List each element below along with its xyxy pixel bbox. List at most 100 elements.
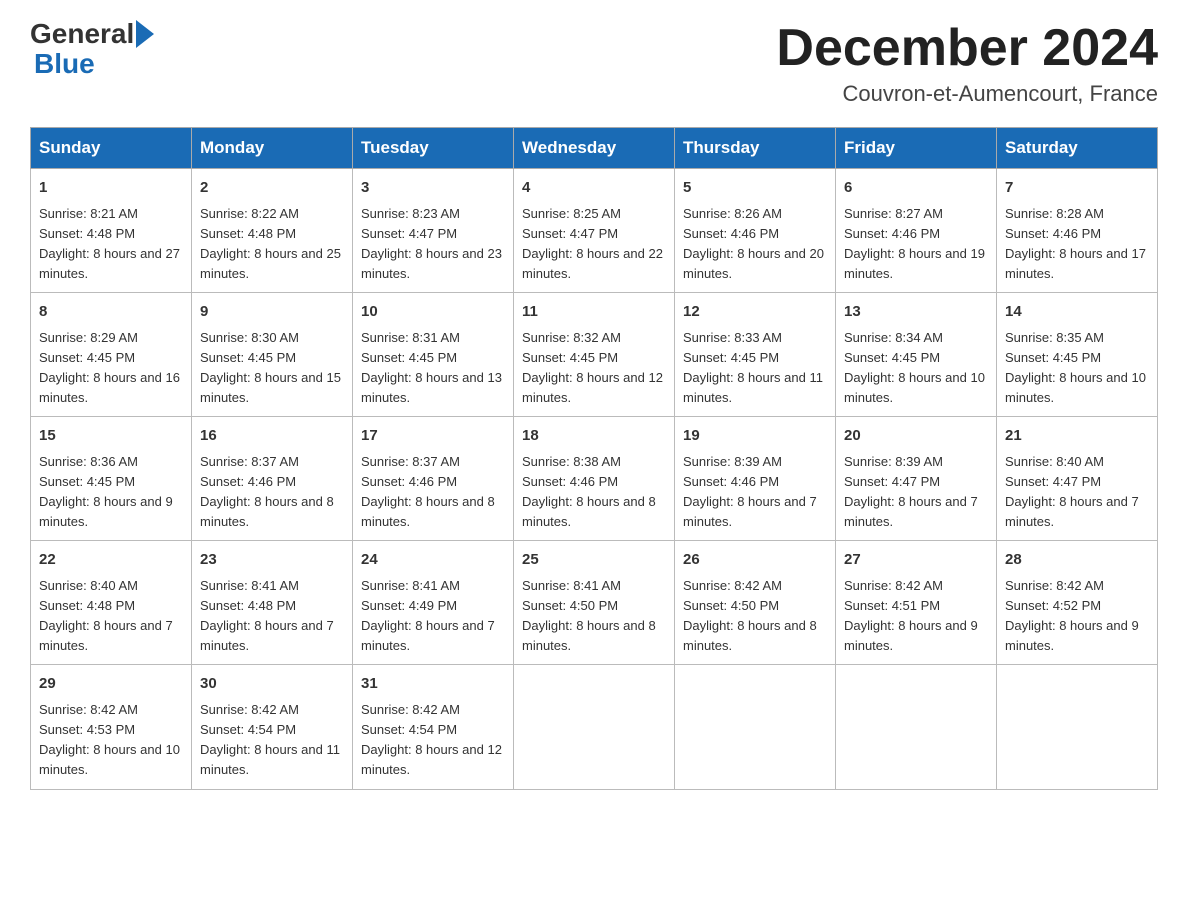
calendar-cell: 28 Sunrise: 8:42 AMSunset: 4:52 PMDaylig…: [997, 541, 1158, 665]
logo-general-text: General: [30, 20, 134, 48]
calendar-cell: 9 Sunrise: 8:30 AMSunset: 4:45 PMDayligh…: [192, 293, 353, 417]
calendar-week-row: 1 Sunrise: 8:21 AMSunset: 4:48 PMDayligh…: [31, 169, 1158, 293]
day-info: Sunrise: 8:39 AMSunset: 4:46 PMDaylight:…: [683, 454, 817, 529]
calendar-cell: 17 Sunrise: 8:37 AMSunset: 4:46 PMDaylig…: [353, 417, 514, 541]
logo-arrow-icon: [136, 20, 154, 48]
day-number: 19: [683, 425, 827, 448]
day-number: 29: [39, 673, 183, 696]
day-info: Sunrise: 8:29 AMSunset: 4:45 PMDaylight:…: [39, 330, 180, 405]
day-number: 22: [39, 549, 183, 572]
day-number: 15: [39, 425, 183, 448]
calendar-week-row: 29 Sunrise: 8:42 AMSunset: 4:53 PMDaylig…: [31, 665, 1158, 789]
calendar-cell: 13 Sunrise: 8:34 AMSunset: 4:45 PMDaylig…: [836, 293, 997, 417]
weekday-header-row: SundayMondayTuesdayWednesdayThursdayFrid…: [31, 128, 1158, 169]
weekday-header-friday: Friday: [836, 128, 997, 169]
day-number: 1: [39, 177, 183, 200]
day-number: 3: [361, 177, 505, 200]
day-info: Sunrise: 8:42 AMSunset: 4:52 PMDaylight:…: [1005, 578, 1139, 653]
day-number: 8: [39, 301, 183, 324]
weekday-header-wednesday: Wednesday: [514, 128, 675, 169]
day-number: 11: [522, 301, 666, 324]
day-info: Sunrise: 8:39 AMSunset: 4:47 PMDaylight:…: [844, 454, 978, 529]
calendar-cell: 10 Sunrise: 8:31 AMSunset: 4:45 PMDaylig…: [353, 293, 514, 417]
day-info: Sunrise: 8:36 AMSunset: 4:45 PMDaylight:…: [39, 454, 173, 529]
calendar-cell: [675, 665, 836, 789]
calendar-cell: 5 Sunrise: 8:26 AMSunset: 4:46 PMDayligh…: [675, 169, 836, 293]
calendar-week-row: 15 Sunrise: 8:36 AMSunset: 4:45 PMDaylig…: [31, 417, 1158, 541]
day-number: 12: [683, 301, 827, 324]
calendar-cell: 14 Sunrise: 8:35 AMSunset: 4:45 PMDaylig…: [997, 293, 1158, 417]
day-info: Sunrise: 8:42 AMSunset: 4:50 PMDaylight:…: [683, 578, 817, 653]
day-number: 13: [844, 301, 988, 324]
day-info: Sunrise: 8:37 AMSunset: 4:46 PMDaylight:…: [361, 454, 495, 529]
calendar-cell: 30 Sunrise: 8:42 AMSunset: 4:54 PMDaylig…: [192, 665, 353, 789]
day-info: Sunrise: 8:28 AMSunset: 4:46 PMDaylight:…: [1005, 206, 1146, 281]
calendar-cell: 31 Sunrise: 8:42 AMSunset: 4:54 PMDaylig…: [353, 665, 514, 789]
day-info: Sunrise: 8:41 AMSunset: 4:49 PMDaylight:…: [361, 578, 495, 653]
day-number: 4: [522, 177, 666, 200]
calendar-cell: [514, 665, 675, 789]
calendar-cell: 7 Sunrise: 8:28 AMSunset: 4:46 PMDayligh…: [997, 169, 1158, 293]
day-info: Sunrise: 8:30 AMSunset: 4:45 PMDaylight:…: [200, 330, 341, 405]
day-number: 6: [844, 177, 988, 200]
calendar-cell: 3 Sunrise: 8:23 AMSunset: 4:47 PMDayligh…: [353, 169, 514, 293]
day-info: Sunrise: 8:42 AMSunset: 4:51 PMDaylight:…: [844, 578, 978, 653]
calendar-week-row: 8 Sunrise: 8:29 AMSunset: 4:45 PMDayligh…: [31, 293, 1158, 417]
calendar-cell: 27 Sunrise: 8:42 AMSunset: 4:51 PMDaylig…: [836, 541, 997, 665]
calendar-cell: 16 Sunrise: 8:37 AMSunset: 4:46 PMDaylig…: [192, 417, 353, 541]
calendar-cell: 8 Sunrise: 8:29 AMSunset: 4:45 PMDayligh…: [31, 293, 192, 417]
day-number: 23: [200, 549, 344, 572]
day-number: 28: [1005, 549, 1149, 572]
day-number: 14: [1005, 301, 1149, 324]
day-number: 2: [200, 177, 344, 200]
day-info: Sunrise: 8:40 AMSunset: 4:47 PMDaylight:…: [1005, 454, 1139, 529]
day-number: 18: [522, 425, 666, 448]
day-info: Sunrise: 8:41 AMSunset: 4:50 PMDaylight:…: [522, 578, 656, 653]
calendar-cell: 4 Sunrise: 8:25 AMSunset: 4:47 PMDayligh…: [514, 169, 675, 293]
day-number: 20: [844, 425, 988, 448]
calendar-cell: 22 Sunrise: 8:40 AMSunset: 4:48 PMDaylig…: [31, 541, 192, 665]
day-number: 26: [683, 549, 827, 572]
day-info: Sunrise: 8:41 AMSunset: 4:48 PMDaylight:…: [200, 578, 334, 653]
calendar-cell: 25 Sunrise: 8:41 AMSunset: 4:50 PMDaylig…: [514, 541, 675, 665]
day-number: 30: [200, 673, 344, 696]
calendar-table: SundayMondayTuesdayWednesdayThursdayFrid…: [30, 127, 1158, 789]
logo: General Blue: [30, 20, 156, 80]
day-number: 24: [361, 549, 505, 572]
day-info: Sunrise: 8:42 AMSunset: 4:54 PMDaylight:…: [361, 702, 502, 777]
calendar-cell: 6 Sunrise: 8:27 AMSunset: 4:46 PMDayligh…: [836, 169, 997, 293]
day-number: 5: [683, 177, 827, 200]
calendar-cell: [836, 665, 997, 789]
calendar-cell: 12 Sunrise: 8:33 AMSunset: 4:45 PMDaylig…: [675, 293, 836, 417]
title-section: December 2024 Couvron-et-Aumencourt, Fra…: [776, 20, 1158, 107]
calendar-cell: 24 Sunrise: 8:41 AMSunset: 4:49 PMDaylig…: [353, 541, 514, 665]
calendar-cell: 21 Sunrise: 8:40 AMSunset: 4:47 PMDaylig…: [997, 417, 1158, 541]
day-info: Sunrise: 8:31 AMSunset: 4:45 PMDaylight:…: [361, 330, 502, 405]
logo-blue-text: Blue: [34, 48, 95, 79]
weekday-header-thursday: Thursday: [675, 128, 836, 169]
calendar-cell: 1 Sunrise: 8:21 AMSunset: 4:48 PMDayligh…: [31, 169, 192, 293]
calendar-week-row: 22 Sunrise: 8:40 AMSunset: 4:48 PMDaylig…: [31, 541, 1158, 665]
weekday-header-sunday: Sunday: [31, 128, 192, 169]
day-number: 31: [361, 673, 505, 696]
day-info: Sunrise: 8:25 AMSunset: 4:47 PMDaylight:…: [522, 206, 663, 281]
calendar-cell: 18 Sunrise: 8:38 AMSunset: 4:46 PMDaylig…: [514, 417, 675, 541]
day-info: Sunrise: 8:37 AMSunset: 4:46 PMDaylight:…: [200, 454, 334, 529]
day-number: 25: [522, 549, 666, 572]
day-info: Sunrise: 8:42 AMSunset: 4:54 PMDaylight:…: [200, 702, 340, 777]
day-info: Sunrise: 8:32 AMSunset: 4:45 PMDaylight:…: [522, 330, 663, 405]
day-number: 16: [200, 425, 344, 448]
day-info: Sunrise: 8:38 AMSunset: 4:46 PMDaylight:…: [522, 454, 656, 529]
day-info: Sunrise: 8:27 AMSunset: 4:46 PMDaylight:…: [844, 206, 985, 281]
day-info: Sunrise: 8:22 AMSunset: 4:48 PMDaylight:…: [200, 206, 341, 281]
calendar-cell: 23 Sunrise: 8:41 AMSunset: 4:48 PMDaylig…: [192, 541, 353, 665]
calendar-cell: 20 Sunrise: 8:39 AMSunset: 4:47 PMDaylig…: [836, 417, 997, 541]
weekday-header-monday: Monday: [192, 128, 353, 169]
day-info: Sunrise: 8:35 AMSunset: 4:45 PMDaylight:…: [1005, 330, 1146, 405]
day-number: 9: [200, 301, 344, 324]
location-title: Couvron-et-Aumencourt, France: [776, 81, 1158, 107]
weekday-header-saturday: Saturday: [997, 128, 1158, 169]
day-number: 17: [361, 425, 505, 448]
day-info: Sunrise: 8:34 AMSunset: 4:45 PMDaylight:…: [844, 330, 985, 405]
calendar-cell: 29 Sunrise: 8:42 AMSunset: 4:53 PMDaylig…: [31, 665, 192, 789]
